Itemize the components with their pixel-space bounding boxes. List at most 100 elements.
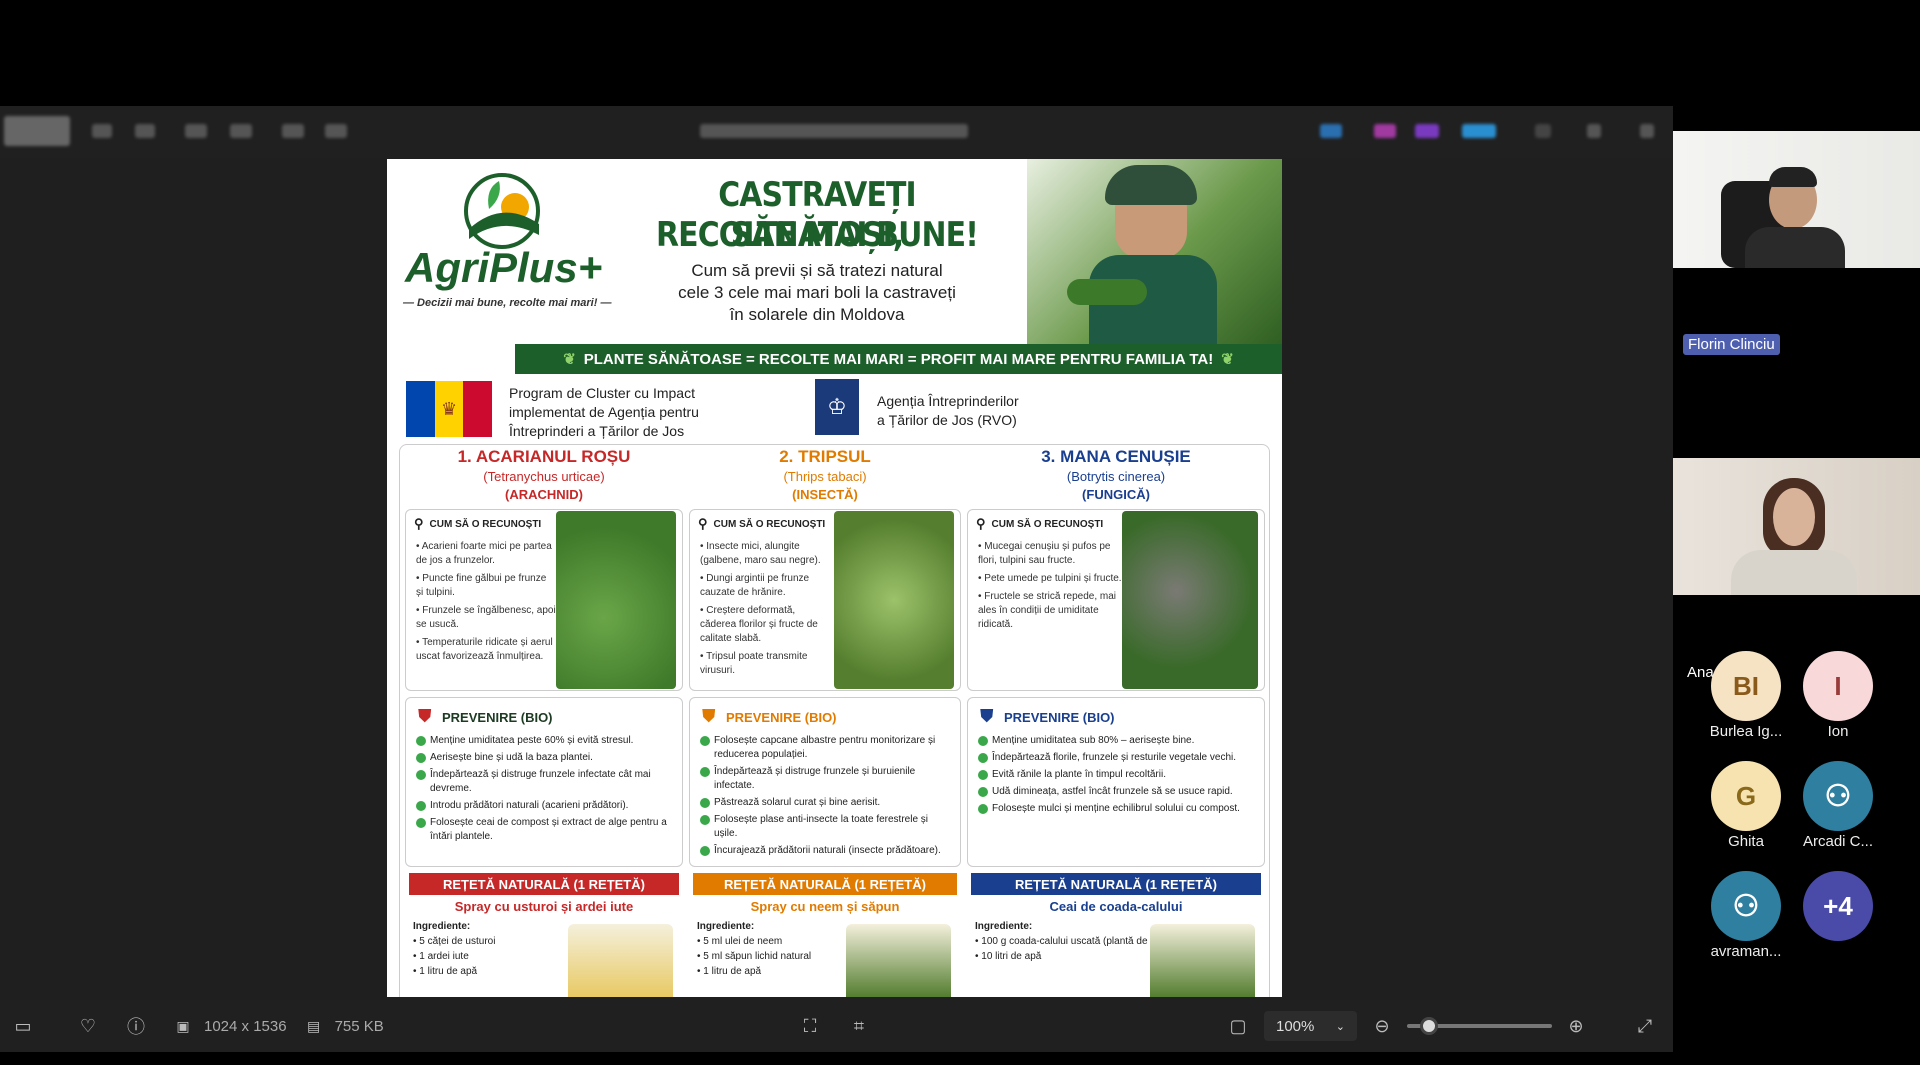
farmer-photo bbox=[1027, 159, 1282, 344]
prevention-box: ⛊ PREVENIRE (BIO) Menține umiditatea pes… bbox=[405, 697, 683, 867]
participant-video-florin[interactable] bbox=[1673, 131, 1920, 268]
blurred-window-title bbox=[700, 124, 968, 138]
prevention-item: Folosește plase anti-insecte la toate fe… bbox=[700, 813, 954, 841]
fit-to-window-icon[interactable]: ▢ bbox=[1225, 1013, 1251, 1039]
agriplus-logo-icon bbox=[464, 173, 540, 249]
recognize-box: ⚲ CUM SĂ O RECUNOȘTI • Acarieni foarte m… bbox=[405, 509, 683, 691]
symptom-item: • Temperaturile ridicate și aerul uscat … bbox=[416, 637, 553, 662]
check-icon bbox=[416, 801, 426, 811]
ingredient-item: • 5 ml săpun lichid natural bbox=[697, 951, 812, 962]
check-icon bbox=[978, 787, 988, 797]
blurred-toolbar-item bbox=[1535, 124, 1551, 138]
disease-latin-name: (Botrytis cinerea) bbox=[1066, 469, 1166, 484]
prevention-label: PREVENIRE (BIO) bbox=[442, 710, 553, 725]
fullscreen-icon[interactable]: ⤢ bbox=[1632, 1013, 1658, 1039]
symptom-item: • Tripsul poate transmite virusuri. bbox=[700, 651, 808, 676]
participant-name: Florin Clinciu bbox=[1683, 334, 1780, 355]
prevention-box: ⛊ PREVENIRE (BIO) Menține umiditatea sub… bbox=[967, 697, 1265, 867]
ingredient-item: • 5 căței de usturoi bbox=[413, 936, 496, 947]
recognize-label: CUM SĂ O RECUNOȘTI bbox=[429, 518, 542, 530]
text-recognition-icon[interactable]: ⌗ bbox=[846, 1013, 872, 1039]
blurred-toolbar-item bbox=[1587, 124, 1601, 138]
shield-icon: ⛊ bbox=[702, 706, 716, 726]
zoom-select[interactable]: 100% ⌄ bbox=[1264, 1011, 1357, 1041]
logo-text: AgriPlus+ bbox=[405, 244, 603, 291]
check-icon bbox=[416, 818, 426, 828]
blurred-toolbar-item bbox=[1320, 124, 1342, 138]
recipe-jar-photo bbox=[1150, 924, 1255, 997]
blurred-toolbar-item bbox=[4, 116, 70, 146]
poster-subtitle-line2: cele 3 cele mai mari boli la castraveți bbox=[678, 283, 956, 302]
zoom-slider[interactable] bbox=[1407, 1017, 1552, 1035]
participant-avatar-name: Arcadi C... bbox=[1802, 833, 1874, 850]
participant-avatar[interactable]: +4 bbox=[1803, 871, 1873, 941]
recognize-label: CUM SĂ O RECUNOȘTI bbox=[991, 518, 1104, 530]
person-icon: ⚇ bbox=[1732, 889, 1760, 923]
crop-icon[interactable]: ⛶ bbox=[797, 1013, 823, 1039]
participant-avatar[interactable]: ⚇ bbox=[1711, 871, 1781, 941]
file-size: 755 KB bbox=[334, 1017, 384, 1035]
ingredient-item: • 10 litri de apă bbox=[975, 951, 1042, 962]
dimensions-icon: ▣ bbox=[176, 1017, 190, 1034]
prevention-item: Folosește capcane albastre pentru monito… bbox=[700, 734, 954, 762]
check-icon bbox=[416, 770, 426, 780]
check-icon bbox=[700, 767, 710, 777]
leaf-icon: ❦ bbox=[563, 351, 576, 368]
ingredient-item: • 1 litru de apă bbox=[413, 966, 478, 977]
participant-avatar-name: Ion bbox=[1827, 723, 1849, 740]
ingredient-item: • 1 ardei iute bbox=[413, 951, 469, 962]
participant-avatar[interactable]: I bbox=[1803, 651, 1873, 721]
symptom-item: • Pete umede pe tulpini și fructe. bbox=[978, 573, 1122, 584]
recipe-jar-photo bbox=[568, 924, 673, 997]
zoom-slider-thumb[interactable] bbox=[1419, 1017, 1438, 1035]
blurred-toolbar-item bbox=[185, 124, 207, 138]
blurred-toolbar-item bbox=[1415, 124, 1439, 138]
shield-icon: ⛊ bbox=[418, 706, 432, 726]
disease-latin-name: (Tetranychus urticae) bbox=[483, 469, 605, 484]
participant-avatar[interactable]: BI bbox=[1711, 651, 1781, 721]
prevention-label: PREVENIRE (BIO) bbox=[1004, 710, 1115, 725]
zoom-in-icon[interactable]: ⊕ bbox=[1563, 1013, 1589, 1039]
disease-type: (INSECTĂ) bbox=[792, 487, 858, 502]
leaf-icon: ❦ bbox=[1221, 351, 1234, 368]
prevention-item: Folosește ceai de compost și extract de … bbox=[416, 816, 676, 844]
prevention-item: Folosește mulci și menține echilibrul so… bbox=[978, 802, 1258, 816]
filmstrip-icon[interactable]: ▭ bbox=[10, 1013, 36, 1039]
participant-video-ana[interactable] bbox=[1673, 458, 1920, 595]
poster-subtitle-line1: Cum să previi și să tratezi natural bbox=[691, 261, 943, 280]
zoom-out-icon[interactable]: ⊖ bbox=[1369, 1013, 1395, 1039]
info-icon[interactable]: ⓘ bbox=[123, 1013, 149, 1039]
check-icon bbox=[700, 798, 710, 808]
symptom-item: • Frunzele se îngălbenesc, apoi se usucă… bbox=[416, 605, 556, 630]
disease-title: 3. MANA CENUȘIE bbox=[1041, 447, 1191, 466]
rvo-crest-icon: ♔ bbox=[815, 379, 859, 435]
favorite-heart-icon[interactable]: ♡ bbox=[75, 1013, 101, 1039]
blurred-toolbar-item bbox=[1462, 124, 1496, 138]
magnifier-icon: ⚲ bbox=[976, 516, 986, 531]
participant-avatar[interactable]: ⚇ bbox=[1803, 761, 1873, 831]
moldova-flag-icon: ♛ bbox=[406, 381, 493, 437]
blurred-toolbar-item bbox=[230, 124, 252, 138]
symptom-item: • Creștere deformată, căderea florilor ș… bbox=[700, 605, 818, 644]
prevention-item: Aerisește bine și udă la baza plantei. bbox=[416, 751, 676, 765]
screen: AgriPlus+ — Decizii mai bune, recolte ma… bbox=[0, 0, 1920, 1065]
recipe-name: Spray cu usturoi și ardei iute bbox=[454, 899, 634, 914]
poster-banner: ❦ PLANTE SĂNĂTOASE = RECOLTE MAI MARI = … bbox=[515, 344, 1282, 374]
disease-title: 2. TRIPSUL bbox=[779, 447, 871, 466]
disease-photo bbox=[1122, 511, 1258, 689]
check-icon bbox=[700, 815, 710, 825]
check-icon bbox=[978, 736, 988, 746]
symptom-item: • Mucegai cenușiu și pufos pe flori, tul… bbox=[978, 541, 1111, 566]
recognize-box: ⚲ CUM SĂ O RECUNOȘTI • Insecte mici, alu… bbox=[689, 509, 961, 691]
symptom-item: • Acarieni foarte mici pe partea de jos … bbox=[416, 541, 552, 566]
disease-latin-name: (Thrips tabaci) bbox=[783, 469, 867, 484]
participant-avatar[interactable]: G bbox=[1711, 761, 1781, 831]
check-icon bbox=[978, 770, 988, 780]
viewer-status-bar: ▭ ♡ ⓘ ▣ 1024 x 1536 ▤ 755 KB ⛶ ⌗ ▢ 100% … bbox=[0, 1000, 1673, 1052]
ingredients-list: Ingrediente: • 5 căței de usturoi • 1 ard… bbox=[413, 921, 496, 977]
prevention-item: Încurajează prădătorii naturali (insecte… bbox=[700, 844, 954, 858]
disease-photo bbox=[834, 511, 954, 689]
check-icon bbox=[416, 753, 426, 763]
shield-icon: ⛊ bbox=[980, 706, 994, 726]
prevention-item: Menține umiditatea peste 60% și evită st… bbox=[416, 734, 676, 748]
